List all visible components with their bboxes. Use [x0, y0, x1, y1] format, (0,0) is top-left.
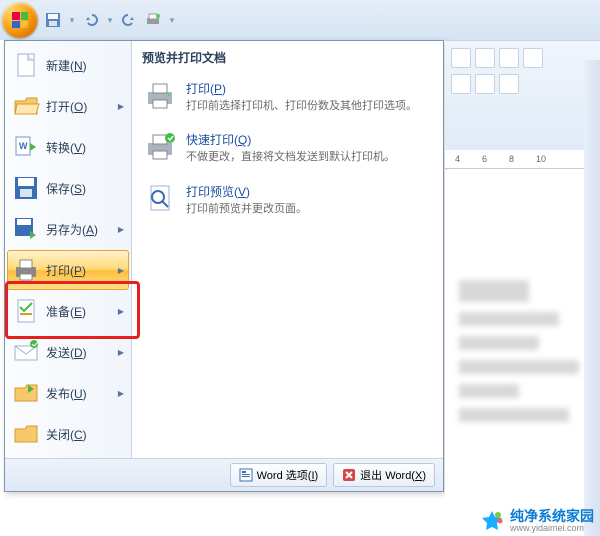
ribbon-fragment: 段落 [445, 40, 600, 163]
document-area [445, 170, 600, 536]
redo-icon[interactable] [121, 12, 137, 28]
ruler-mark: 4 [455, 154, 460, 164]
button-label: Word 选项(I) [257, 467, 319, 483]
menu-item-label: 新建(N) [46, 57, 124, 74]
menu-item-open[interactable]: 打开(O) ▶ [7, 86, 129, 126]
indent-icon[interactable] [499, 48, 519, 68]
submenu-arrow-icon: ▶ [118, 389, 124, 398]
quickprint-icon[interactable] [145, 12, 161, 28]
submenu-arrow-icon: ▶ [118, 266, 124, 275]
convert-icon: W [12, 133, 40, 161]
shading-icon[interactable] [475, 74, 495, 94]
menu-right-panel: 预览并打印文档 打印(P) 打印前选择打印机、打印份数及其他打印选项。 快速打印… [132, 41, 443, 458]
new-icon [12, 51, 40, 79]
list-icon[interactable] [475, 48, 495, 68]
printer-icon [144, 80, 176, 112]
preview-icon [144, 183, 176, 215]
submenu-arrow-icon: ▶ [118, 348, 124, 357]
menu-item-save[interactable]: 保存(S) [7, 168, 129, 208]
open-icon [12, 92, 40, 120]
qat-customize-icon[interactable]: ▾ [169, 15, 175, 26]
save-icon [12, 174, 40, 202]
office-menu: 新建(N) 打开(O) ▶ W 转换(V) 保存(S) 另存为(A) ▶ [4, 40, 444, 492]
close-icon [12, 420, 40, 448]
right-panel-title: 预览并打印文档 [142, 49, 433, 66]
ruler: 4 6 8 10 [445, 150, 600, 169]
undo-icon[interactable] [83, 12, 99, 28]
list-icon[interactable] [451, 48, 471, 68]
options-icon [239, 468, 253, 482]
menu-item-send[interactable]: 发送(D) ▶ [7, 332, 129, 372]
submenu-arrow-icon: ▶ [118, 225, 124, 234]
ruler-mark: 10 [536, 154, 546, 164]
menu-item-label: 保存(S) [46, 180, 124, 197]
menu-item-label: 打开(O) [46, 98, 118, 115]
dropdown-icon[interactable]: ▾ [69, 15, 75, 26]
ruler-mark: 6 [482, 154, 487, 164]
menu-item-saveas[interactable]: 另存为(A) ▶ [7, 209, 129, 249]
vertical-scrollbar[interactable] [584, 60, 600, 536]
menu-item-close[interactable]: 关闭(C) [7, 414, 129, 454]
menu-footer: Word 选项(I) 退出 Word(X) [5, 458, 443, 491]
word-options-button[interactable]: Word 选项(I) [230, 463, 328, 487]
menu-item-label: 准备(E) [46, 303, 118, 320]
menu-item-label: 另存为(A) [46, 221, 118, 238]
menu-item-label: 发布(U) [46, 385, 118, 402]
menu-item-print[interactable]: 打印(P) ▶ [7, 250, 129, 290]
dropdown-icon[interactable]: ▾ [107, 15, 113, 26]
watermark: 纯净系统家园 www.yidaimei.com [480, 509, 594, 534]
submenu-arrow-icon: ▶ [118, 307, 124, 316]
menu-item-convert[interactable]: W 转换(V) [7, 127, 129, 167]
saveas-icon [12, 215, 40, 243]
ruler-mark: 8 [509, 154, 514, 164]
menu-left-column: 新建(N) 打开(O) ▶ W 转换(V) 保存(S) 另存为(A) ▶ [5, 41, 132, 458]
option-desc: 打印前预览并更改页面。 [186, 202, 307, 216]
submenu-arrow-icon: ▶ [118, 102, 124, 111]
save-icon[interactable] [45, 12, 61, 28]
quick-access-toolbar: ▾ ▾ ▾ [0, 0, 600, 40]
print-option-preview[interactable]: 打印预览(V) 打印前预览并更改页面。 [142, 177, 433, 222]
menu-item-label: 发送(D) [46, 344, 118, 361]
print-option-print[interactable]: 打印(P) 打印前选择打印机、打印份数及其他打印选项。 [142, 74, 433, 119]
watermark-name: 纯净系统家园 [510, 509, 594, 524]
option-desc: 打印前选择打印机、打印份数及其他打印选项。 [186, 99, 417, 113]
watermark-url: www.yidaimei.com [510, 524, 594, 534]
menu-item-label: 转换(V) [46, 139, 124, 156]
office-button[interactable] [2, 2, 38, 38]
publish-icon [12, 379, 40, 407]
option-desc: 不做更改，直接将文档发送到默认打印机。 [186, 150, 395, 164]
svg-text:W: W [19, 141, 28, 151]
option-title: 打印预览(V) [186, 183, 307, 200]
exit-word-button[interactable]: 退出 Word(X) [333, 463, 435, 487]
prepare-icon [12, 297, 40, 325]
print-option-quickprint[interactable]: 快速打印(Q) 不做更改，直接将文档发送到默认打印机。 [142, 125, 433, 170]
menu-item-publish[interactable]: 发布(U) ▶ [7, 373, 129, 413]
office-logo-icon [12, 12, 28, 28]
menu-item-new[interactable]: 新建(N) [7, 45, 129, 85]
option-title: 快速打印(Q) [186, 131, 395, 148]
print-icon [12, 256, 40, 284]
exit-icon [342, 468, 356, 482]
border-icon[interactable] [499, 74, 519, 94]
align-icon[interactable] [451, 74, 471, 94]
quickprint-icon [144, 131, 176, 163]
send-icon [12, 338, 40, 366]
button-label: 退出 Word(X) [360, 467, 426, 483]
watermark-logo-icon [480, 509, 504, 533]
option-title: 打印(P) [186, 80, 417, 97]
menu-item-prepare[interactable]: 准备(E) ▶ [7, 291, 129, 331]
indent-icon[interactable] [523, 48, 543, 68]
menu-item-label: 打印(P) [46, 262, 118, 279]
menu-item-label: 关闭(C) [46, 426, 124, 443]
